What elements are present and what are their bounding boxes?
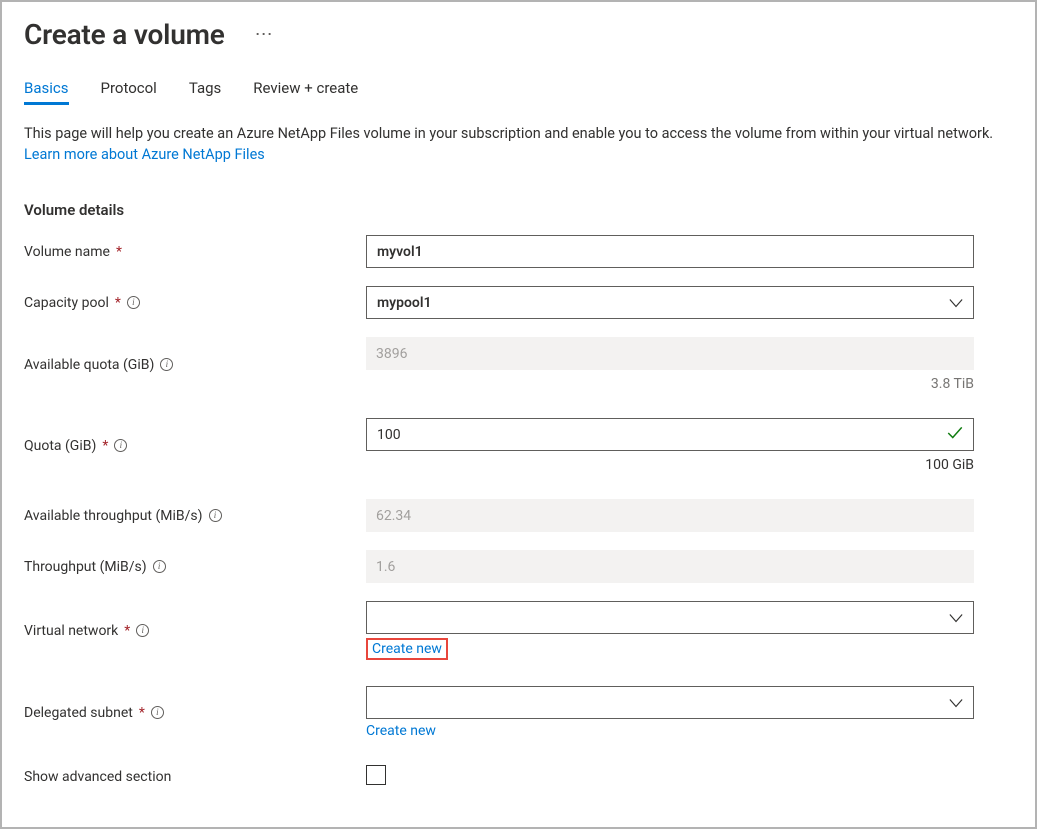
quota-input[interactable] bbox=[366, 418, 974, 451]
required-star: * bbox=[124, 623, 130, 639]
info-icon[interactable]: i bbox=[127, 296, 140, 309]
label-available-quota: Available quota (GiB) bbox=[24, 357, 154, 373]
tab-tags[interactable]: Tags bbox=[189, 79, 221, 105]
info-icon[interactable]: i bbox=[114, 439, 127, 452]
info-icon[interactable]: i bbox=[153, 560, 166, 573]
label-available-throughput: Available throughput (MiB/s) bbox=[24, 508, 203, 524]
chevron-down-icon bbox=[949, 696, 963, 710]
intro-paragraph: This page will help you create an Azure … bbox=[24, 123, 994, 165]
check-icon bbox=[946, 424, 964, 446]
info-icon[interactable]: i bbox=[209, 509, 222, 522]
available-quota-sub: 3.8 TiB bbox=[366, 376, 974, 392]
available-throughput-readonly: 62.34 bbox=[366, 499, 974, 532]
capacity-pool-value: mypool1 bbox=[377, 295, 949, 311]
create-new-subnet-link[interactable]: Create new bbox=[366, 723, 436, 739]
tab-basics[interactable]: Basics bbox=[24, 79, 69, 105]
virtual-network-select[interactable] bbox=[366, 601, 974, 634]
label-quota: Quota (GiB) bbox=[24, 438, 96, 454]
label-show-advanced: Show advanced section bbox=[24, 769, 171, 785]
label-throughput: Throughput (MiB/s) bbox=[24, 559, 147, 575]
chevron-down-icon bbox=[949, 611, 963, 625]
more-menu-icon[interactable]: ⋯ bbox=[255, 24, 275, 45]
required-star: * bbox=[116, 244, 122, 260]
show-advanced-checkbox[interactable] bbox=[366, 765, 386, 785]
capacity-pool-select[interactable]: mypool1 bbox=[366, 286, 974, 319]
section-title-volume-details: Volume details bbox=[24, 201, 1013, 219]
available-quota-readonly: 3896 bbox=[366, 337, 974, 370]
throughput-readonly: 1.6 bbox=[366, 550, 974, 583]
create-new-vnet-link[interactable]: Create new bbox=[366, 638, 448, 660]
volume-name-input[interactable] bbox=[366, 235, 974, 268]
label-virtual-network: Virtual network bbox=[24, 623, 118, 639]
tab-strip: Basics Protocol Tags Review + create bbox=[24, 79, 1013, 105]
tab-review[interactable]: Review + create bbox=[253, 79, 358, 105]
label-delegated-subnet: Delegated subnet bbox=[24, 705, 133, 721]
info-icon[interactable]: i bbox=[160, 358, 173, 371]
label-capacity-pool: Capacity pool bbox=[24, 295, 109, 311]
required-star: * bbox=[139, 705, 145, 721]
page-title: Create a volume bbox=[24, 18, 225, 51]
chevron-down-icon bbox=[949, 296, 963, 310]
required-star: * bbox=[102, 438, 108, 454]
required-star: * bbox=[115, 295, 121, 311]
label-volume-name: Volume name bbox=[24, 244, 110, 260]
quota-sub: 100 GiB bbox=[366, 457, 974, 473]
intro-text: This page will help you create an Azure … bbox=[24, 125, 993, 142]
delegated-subnet-select[interactable] bbox=[366, 686, 974, 719]
learn-more-link[interactable]: Learn more about Azure NetApp Files bbox=[24, 146, 265, 163]
info-icon[interactable]: i bbox=[136, 624, 149, 637]
info-icon[interactable]: i bbox=[151, 706, 164, 719]
tab-protocol[interactable]: Protocol bbox=[101, 79, 157, 105]
